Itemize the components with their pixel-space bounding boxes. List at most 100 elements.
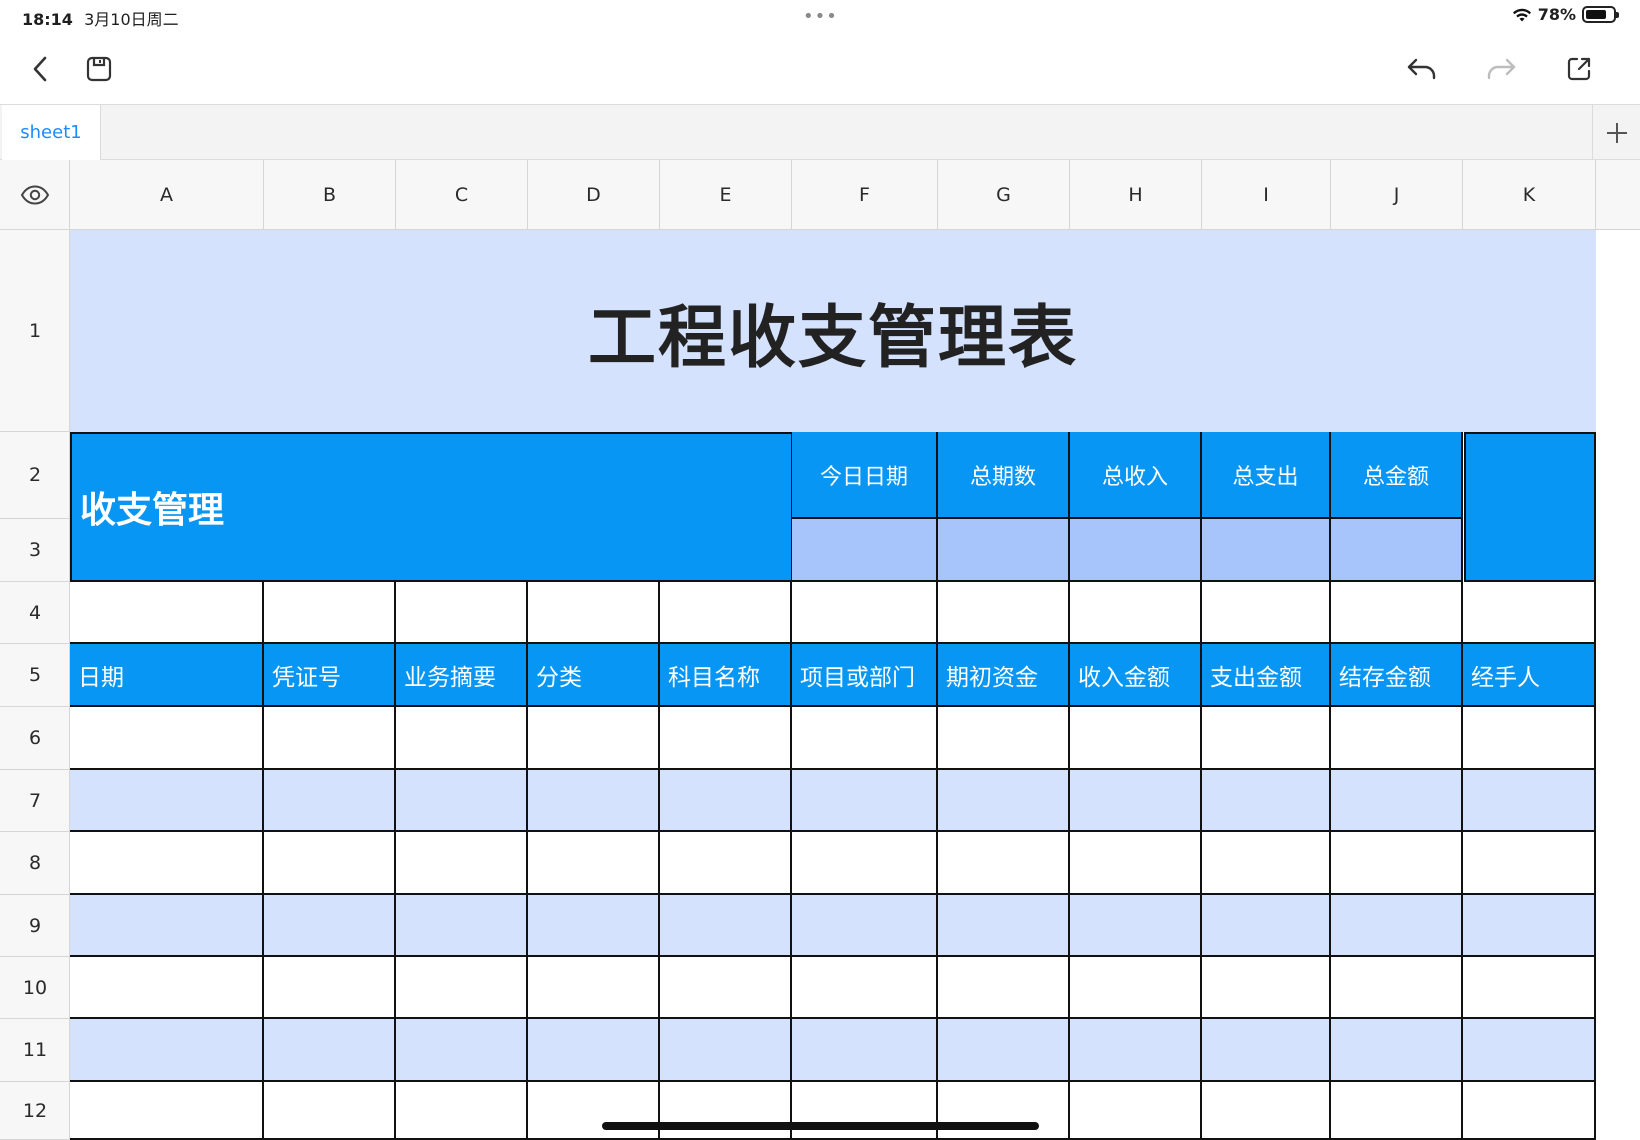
summary-header-h[interactable]: 总收入: [1070, 432, 1202, 519]
cell-h7[interactable]: [1070, 770, 1202, 832]
summary-header-g[interactable]: 总期数: [938, 432, 1070, 519]
row-header-9[interactable]: 9: [0, 895, 70, 957]
column-header-e[interactable]: E: [660, 160, 792, 230]
cell-g10[interactable]: [938, 957, 1070, 1019]
cell-i11[interactable]: [1202, 1019, 1331, 1082]
cell-b12[interactable]: [264, 1082, 396, 1140]
column-header-d[interactable]: D: [528, 160, 660, 230]
cell-j6[interactable]: [1331, 707, 1463, 770]
cell-j10[interactable]: [1331, 957, 1463, 1019]
cell-c4[interactable]: [396, 582, 528, 644]
cell-k10[interactable]: [1463, 957, 1596, 1019]
row-header-5[interactable]: 5: [0, 644, 70, 707]
table-header-j[interactable]: 结存金额: [1331, 644, 1463, 707]
cell-c8[interactable]: [396, 832, 528, 895]
cell-a8[interactable]: [70, 832, 264, 895]
column-header-c[interactable]: C: [396, 160, 528, 230]
cell-b6[interactable]: [264, 707, 396, 770]
summary-value-i[interactable]: [1202, 519, 1331, 582]
cell-e12[interactable]: [660, 1082, 792, 1140]
redo-button[interactable]: [1480, 48, 1522, 90]
cell-e11[interactable]: [660, 1019, 792, 1082]
share-button[interactable]: [1558, 48, 1600, 90]
row-header-3[interactable]: 3: [0, 519, 70, 582]
column-header-g[interactable]: G: [938, 160, 1070, 230]
cell-f6[interactable]: [792, 707, 938, 770]
cell-h12[interactable]: [1070, 1082, 1202, 1140]
cell-c12[interactable]: [396, 1082, 528, 1140]
cell-b4[interactable]: [264, 582, 396, 644]
cell-g11[interactable]: [938, 1019, 1070, 1082]
table-header-h[interactable]: 收入金额: [1070, 644, 1202, 707]
column-header-j[interactable]: J: [1331, 160, 1463, 230]
summary-value-h[interactable]: [1070, 519, 1202, 582]
cell-g12[interactable]: [938, 1082, 1070, 1140]
cell-h11[interactable]: [1070, 1019, 1202, 1082]
back-button[interactable]: [20, 48, 62, 90]
cell-a6[interactable]: [70, 707, 264, 770]
cell-i7[interactable]: [1202, 770, 1331, 832]
cell-c9[interactable]: [396, 895, 528, 957]
multitask-dots[interactable]: •••: [803, 6, 838, 27]
cell-k4[interactable]: [1463, 582, 1596, 644]
cell-k12[interactable]: [1463, 1082, 1596, 1140]
cell-d7[interactable]: [528, 770, 660, 832]
cell-h8[interactable]: [1070, 832, 1202, 895]
cell-i9[interactable]: [1202, 895, 1331, 957]
cell-e9[interactable]: [660, 895, 792, 957]
cell-g7[interactable]: [938, 770, 1070, 832]
cell-e6[interactable]: [660, 707, 792, 770]
cell-d8[interactable]: [528, 832, 660, 895]
cell-f7[interactable]: [792, 770, 938, 832]
cell-a11[interactable]: [70, 1019, 264, 1082]
cell-g6[interactable]: [938, 707, 1070, 770]
cell-e4[interactable]: [660, 582, 792, 644]
cell-d11[interactable]: [528, 1019, 660, 1082]
cell-j9[interactable]: [1331, 895, 1463, 957]
cell-g8[interactable]: [938, 832, 1070, 895]
row-header-6[interactable]: 6: [0, 707, 70, 770]
cell-j8[interactable]: [1331, 832, 1463, 895]
table-header-k[interactable]: 经手人: [1463, 644, 1596, 707]
cell-j11[interactable]: [1331, 1019, 1463, 1082]
cell-b7[interactable]: [264, 770, 396, 832]
cell-i10[interactable]: [1202, 957, 1331, 1019]
table-header-a[interactable]: 日期: [70, 644, 264, 707]
cell-e7[interactable]: [660, 770, 792, 832]
cell-k9[interactable]: [1463, 895, 1596, 957]
cell-h10[interactable]: [1070, 957, 1202, 1019]
cell-k6[interactable]: [1463, 707, 1596, 770]
cell-f8[interactable]: [792, 832, 938, 895]
summary-value-f[interactable]: [792, 519, 938, 582]
tab-sheet1[interactable]: sheet1: [2, 105, 101, 160]
cell-a10[interactable]: [70, 957, 264, 1019]
cell-f9[interactable]: [792, 895, 938, 957]
cell-i6[interactable]: [1202, 707, 1331, 770]
cell-i4[interactable]: [1202, 582, 1331, 644]
cell-h4[interactable]: [1070, 582, 1202, 644]
cell-e10[interactable]: [660, 957, 792, 1019]
cell-i8[interactable]: [1202, 832, 1331, 895]
row-header-12[interactable]: 12: [0, 1082, 70, 1140]
row-header-4[interactable]: 4: [0, 582, 70, 644]
table-header-g[interactable]: 期初资金: [938, 644, 1070, 707]
row-header-1[interactable]: 1: [0, 230, 70, 432]
table-header-f[interactable]: 项目或部门: [792, 644, 938, 707]
cell-h9[interactable]: [1070, 895, 1202, 957]
summary-value-j[interactable]: [1331, 519, 1463, 582]
cell-f11[interactable]: [792, 1019, 938, 1082]
row-header-10[interactable]: 10: [0, 957, 70, 1019]
cell-i12[interactable]: [1202, 1082, 1331, 1140]
row-header-11[interactable]: 11: [0, 1019, 70, 1082]
column-header-k[interactable]: K: [1463, 160, 1596, 230]
section-title[interactable]: 收支管理: [70, 432, 793, 582]
add-sheet-button[interactable]: [1592, 105, 1640, 160]
summary-value-g[interactable]: [938, 519, 1070, 582]
table-header-e[interactable]: 科目名称: [660, 644, 792, 707]
cell-j7[interactable]: [1331, 770, 1463, 832]
cell-a12[interactable]: [70, 1082, 264, 1140]
merged-cell-k2-k3[interactable]: [1464, 432, 1596, 582]
summary-header-i[interactable]: 总支出: [1202, 432, 1331, 519]
cell-b9[interactable]: [264, 895, 396, 957]
save-button[interactable]: [78, 48, 120, 90]
